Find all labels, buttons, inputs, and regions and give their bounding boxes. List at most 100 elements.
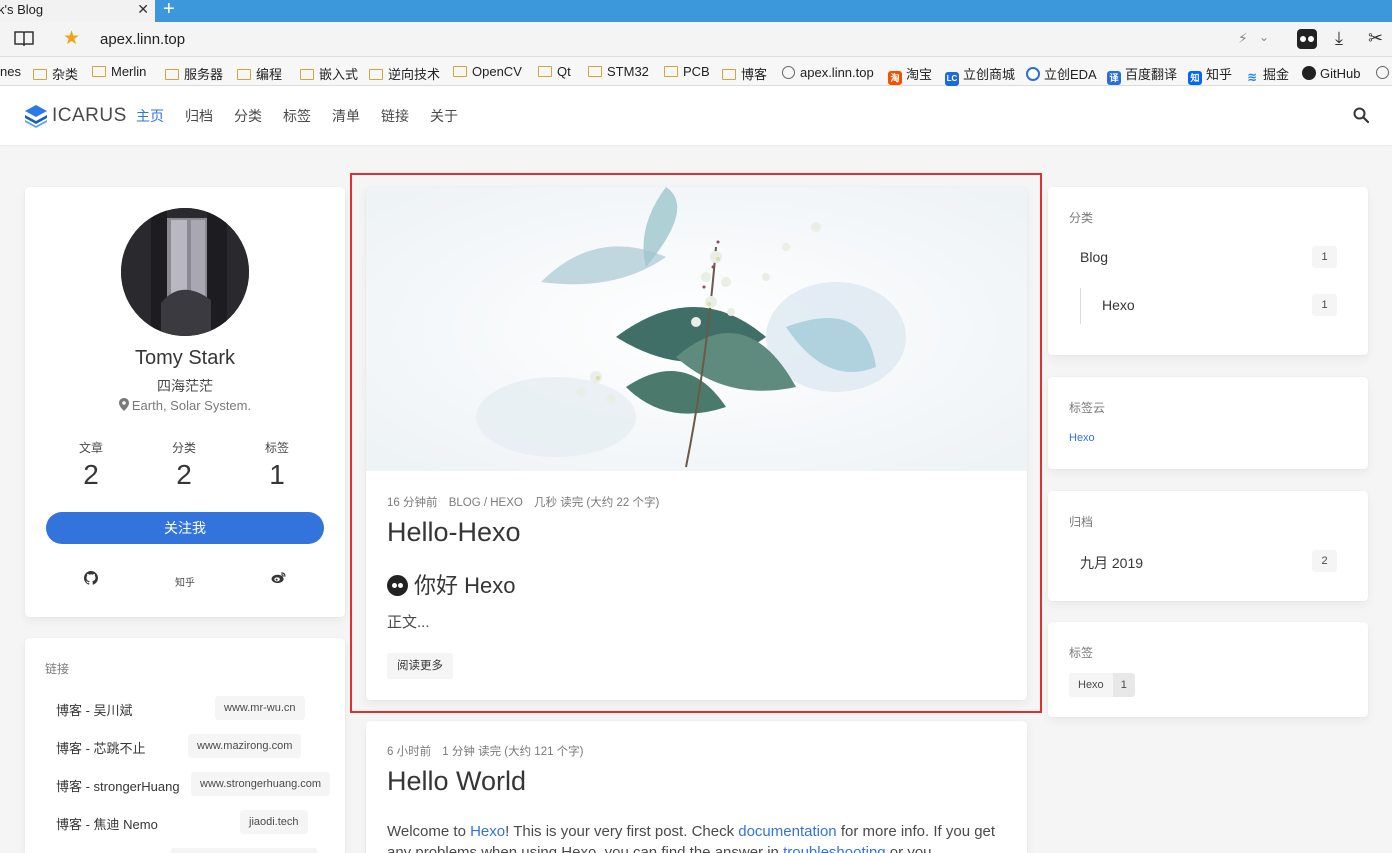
chevron-down-icon[interactable]: ⌄ bbox=[1259, 30, 1269, 44]
bookmark-item[interactable]: 知知乎 bbox=[1188, 64, 1233, 85]
link-name[interactable]: 博客 - 焦迪 Nemo bbox=[56, 814, 158, 833]
bookmark-item[interactable]: GitHub bbox=[1302, 64, 1360, 81]
bookmark-label: 博客 bbox=[741, 67, 768, 82]
post-title[interactable]: Hello World bbox=[387, 766, 526, 797]
download-icon[interactable]: ⤓ bbox=[1335, 28, 1343, 49]
browser-tab-bar: k's Blog ✕ + bbox=[0, 0, 1392, 22]
bookmark-label: GitHub bbox=[1320, 66, 1361, 81]
folder-icon bbox=[237, 69, 251, 80]
tagcloud-item[interactable]: Hexo bbox=[1069, 432, 1095, 444]
weibo-icon[interactable] bbox=[268, 571, 288, 587]
bookmark-item[interactable]: 译百度翻译 bbox=[1107, 64, 1177, 85]
lightning-icon[interactable]: ⚡ bbox=[1238, 30, 1248, 47]
post-text: Welcome to Hexo! This is your very first… bbox=[387, 821, 1007, 853]
stat-tags-value[interactable]: 1 bbox=[247, 459, 307, 491]
bookmark-item[interactable]: 立创EDA bbox=[1026, 64, 1097, 83]
troubleshooting-link[interactable]: troubleshooting bbox=[783, 844, 886, 853]
bookmarks-bar: nes 杂类 Merlin 服务器 编程 嵌入式 逆向技术 OpenCV Qt … bbox=[0, 57, 1392, 86]
bookmark-folder[interactable]: Merlin bbox=[92, 64, 146, 79]
bookmark-star-icon[interactable]: ★ bbox=[63, 27, 80, 50]
stat-categories-value[interactable]: 2 bbox=[154, 459, 214, 491]
stat-tags-label: 标签 bbox=[264, 441, 289, 455]
folder-icon bbox=[588, 66, 602, 77]
bookmark-item[interactable]: ≋ 掘金 bbox=[1245, 64, 1289, 84]
bookmark-folder[interactable]: Qt bbox=[538, 64, 571, 79]
folder-icon bbox=[664, 66, 678, 77]
nav-home[interactable]: 主页 bbox=[136, 106, 164, 126]
juejin-icon: ≋ bbox=[1246, 70, 1258, 84]
browser-tab[interactable]: k's Blog ✕ bbox=[0, 0, 155, 22]
reader-mode-icon[interactable] bbox=[14, 30, 34, 48]
link-url[interactable] bbox=[170, 848, 318, 853]
link-url[interactable]: jiaodi.tech bbox=[240, 810, 308, 834]
link-url[interactable]: www.mr-wu.cn bbox=[215, 696, 305, 720]
logo-text[interactable]: ICARUS bbox=[52, 105, 127, 127]
archive-month[interactable]: 九月 2019 bbox=[1080, 553, 1143, 573]
documentation-link[interactable]: documentation bbox=[738, 823, 836, 840]
scissors-icon[interactable]: ✂ bbox=[1368, 28, 1383, 49]
nav-list[interactable]: 清单 bbox=[332, 106, 360, 126]
tags-title: 标签 bbox=[1069, 646, 1094, 660]
location-text: Earth, Solar System. bbox=[131, 398, 252, 413]
nav-tags[interactable]: 标签 bbox=[283, 106, 311, 126]
bookmark-folder[interactable]: 服务器 bbox=[165, 64, 223, 83]
link-name[interactable]: 博客 - strongerHuang bbox=[56, 776, 180, 795]
nav-archives[interactable]: 归档 bbox=[185, 106, 213, 126]
category-blog[interactable]: Blog bbox=[1080, 249, 1108, 265]
close-tab-icon[interactable]: ✕ bbox=[137, 0, 149, 18]
bookmark-folder[interactable]: 嵌入式 bbox=[300, 64, 358, 83]
bookmark-item[interactable] bbox=[1376, 64, 1392, 80]
address-bar: ★ apex.linn.top ⚡ ⌄ ⤓ ✂ bbox=[0, 22, 1392, 57]
bookmark-folder[interactable]: OpenCV bbox=[453, 64, 522, 79]
icarus-logo-icon[interactable] bbox=[24, 104, 48, 128]
categories-title: 分类 bbox=[1069, 211, 1094, 225]
bookmark-folder[interactable]: PCB bbox=[664, 64, 710, 79]
bookmark-label: 嵌入式 bbox=[319, 67, 359, 82]
bookmark-folder[interactable]: 杂类 bbox=[33, 64, 78, 83]
tag-pill[interactable]: Hexo 1 bbox=[1069, 673, 1135, 697]
post-card: 6 小时前 1 分钟 读完 (大约 121 个字) Hello World We… bbox=[366, 721, 1027, 853]
hexo-link[interactable]: Hexo bbox=[470, 823, 505, 840]
nav-about[interactable]: 关于 bbox=[430, 106, 458, 126]
category-hexo[interactable]: Hexo bbox=[1102, 297, 1135, 313]
link-url[interactable]: www.strongerhuang.com bbox=[191, 772, 331, 796]
follow-button[interactable]: 关注我 bbox=[46, 512, 324, 544]
folder-icon bbox=[33, 69, 47, 80]
github-icon[interactable] bbox=[81, 571, 101, 588]
extension-icon[interactable] bbox=[1297, 29, 1317, 49]
bookmark-folder[interactable]: 博客 bbox=[722, 64, 767, 83]
link-name[interactable]: 博客 - 芯跳不止 bbox=[56, 738, 146, 757]
bookmark-item[interactable]: LC 立创商城 bbox=[945, 64, 1016, 86]
link-name[interactable]: 博客 - 吴川斌 bbox=[56, 700, 133, 719]
tag-name: Hexo bbox=[1069, 673, 1113, 697]
bookmark-label: 服务器 bbox=[184, 67, 224, 82]
bookmark-label: 立创EDA bbox=[1044, 67, 1097, 82]
tagcloud-widget: 标签云 Hexo bbox=[1048, 377, 1368, 469]
bookmark-label: 知乎 bbox=[1206, 67, 1233, 82]
bookmark-folder[interactable]: STM32 bbox=[588, 64, 649, 79]
bookmark-label: 杂类 bbox=[52, 67, 79, 82]
search-icon[interactable] bbox=[1353, 107, 1369, 123]
bookmark-folder[interactable]: 逆向技术 bbox=[369, 64, 440, 83]
bookmark-folder[interactable]: 编程 bbox=[237, 64, 282, 83]
folder-icon bbox=[453, 66, 467, 77]
profile-name: Tomy Stark bbox=[134, 347, 236, 369]
url-input[interactable]: apex.linn.top bbox=[100, 31, 185, 48]
nav-links[interactable]: 链接 bbox=[381, 106, 409, 126]
bookmark-label: nes bbox=[0, 64, 21, 79]
bookmark-item[interactable]: 淘淘宝 bbox=[888, 64, 933, 85]
stat-posts-value[interactable]: 2 bbox=[61, 459, 121, 491]
bookmark-label: 立创商城 bbox=[963, 67, 1016, 82]
folder-icon bbox=[300, 69, 314, 80]
zhihu-link[interactable]: 知乎 bbox=[175, 574, 195, 589]
link-url[interactable]: www.mazirong.com bbox=[188, 734, 302, 758]
archives-widget: 归档 九月 2019 2 bbox=[1048, 491, 1368, 601]
bookmark-item[interactable]: apex.linn.top bbox=[782, 64, 874, 80]
bookmark-label: 淘宝 bbox=[906, 67, 933, 82]
folder-icon bbox=[722, 69, 736, 80]
map-marker-icon bbox=[118, 398, 129, 411]
zhihu-icon: 知 bbox=[1188, 71, 1202, 85]
bookmark-item[interactable]: nes bbox=[0, 64, 21, 79]
nav-categories[interactable]: 分类 bbox=[234, 106, 262, 126]
new-tab-button[interactable]: + bbox=[163, 0, 175, 21]
